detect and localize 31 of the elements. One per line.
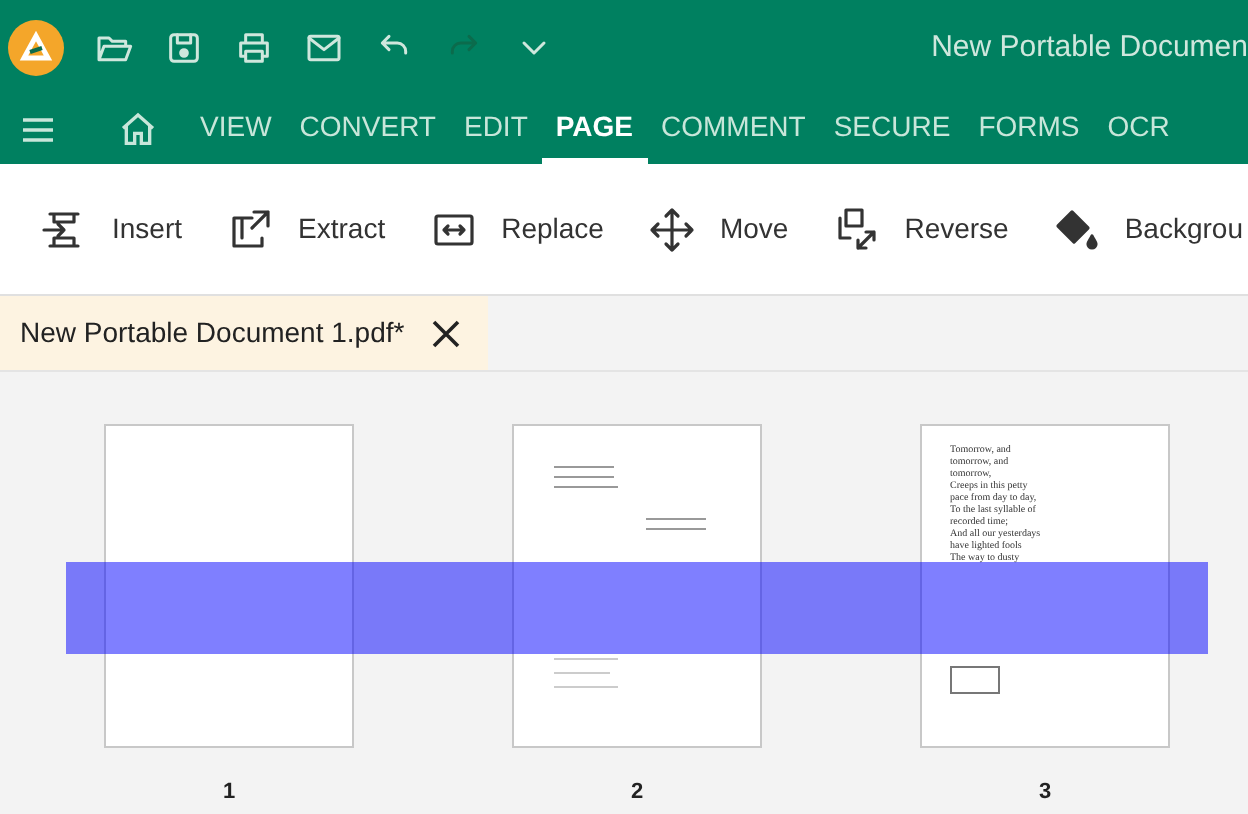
document-tab-title: New Portable Document 1.pdf* (20, 314, 405, 352)
page-number: 3 (1038, 778, 1052, 808)
page-thumbnail[interactable] (512, 424, 762, 748)
page-number: 1 (222, 778, 236, 808)
ribbon-tab[interactable]: FORMS (964, 96, 1094, 164)
ribbon-tab[interactable]: EDIT (449, 96, 542, 164)
home-icon[interactable] (118, 110, 158, 150)
page-number: 2 (630, 778, 644, 808)
move-icon (647, 205, 696, 253)
toolbar-button[interactable]: Move (647, 205, 789, 253)
form-field-box (950, 666, 1000, 694)
document-tab[interactable]: New Portable Document 1.pdf* (0, 296, 489, 370)
toolbar-button[interactable]: Extract (226, 205, 386, 253)
reverse-icon (832, 205, 881, 253)
ribbon-tab[interactable]: OCR (1093, 96, 1184, 164)
toolbar-button[interactable]: Replace (429, 205, 604, 253)
ribbon-tab[interactable]: CONVERT (285, 96, 450, 164)
ribbon-tab[interactable]: VIEW (186, 96, 286, 164)
toolbar-button[interactable]: Reverse (832, 205, 1009, 253)
window-title: New Portable Documen (931, 27, 1248, 68)
paint-bucket-icon (1052, 205, 1101, 253)
app-logo (6, 18, 66, 78)
close-icon[interactable] (432, 319, 461, 347)
toolbar-button[interactable]: Backgrou (1052, 205, 1243, 253)
ribbon-tab[interactable]: SECURE (819, 96, 965, 164)
save-icon[interactable] (164, 28, 204, 68)
extract-icon (226, 205, 275, 253)
page-thumbnail[interactable] (104, 424, 354, 748)
print-icon[interactable] (234, 28, 274, 68)
toolbar-button[interactable]: Insert (40, 205, 183, 253)
ribbon-tab[interactable]: COMMENT (647, 96, 820, 164)
